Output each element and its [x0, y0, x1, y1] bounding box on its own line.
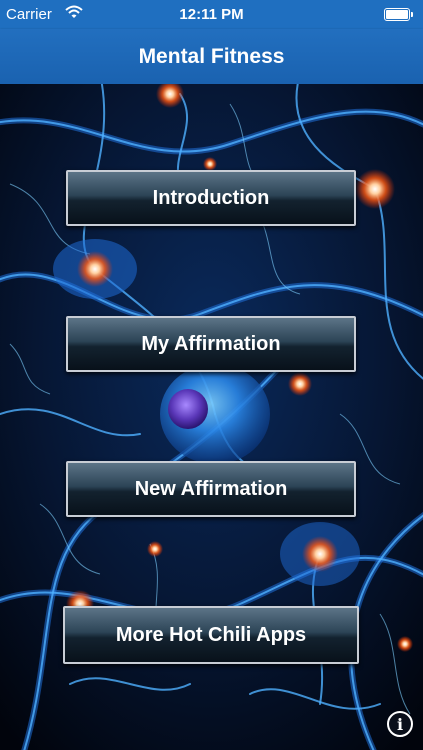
status-bar: Carrier 12:11 PM: [0, 0, 423, 29]
more-hot-chili-apps-button-label: More Hot Chili Apps: [115, 623, 307, 646]
nav-bar: Mental Fitness: [0, 29, 423, 84]
new-affirmation-button[interactable]: New Affirmation: [66, 461, 356, 517]
introduction-button[interactable]: Introduction: [66, 170, 356, 226]
more-hot-chili-apps-button[interactable]: More Hot Chili Apps: [63, 606, 359, 664]
battery-icon: [384, 8, 414, 21]
my-affirmation-button-label: My Affirmation: [141, 332, 281, 355]
info-icon-glyph: i: [396, 714, 404, 734]
page-title: Mental Fitness: [138, 44, 285, 68]
clock: 12:11 PM: [179, 6, 244, 23]
info-icon[interactable]: i: [387, 711, 413, 737]
my-affirmation-button[interactable]: My Affirmation: [66, 316, 356, 372]
introduction-button-label: Introduction: [152, 186, 270, 209]
new-affirmation-button-label: New Affirmation: [134, 477, 288, 500]
